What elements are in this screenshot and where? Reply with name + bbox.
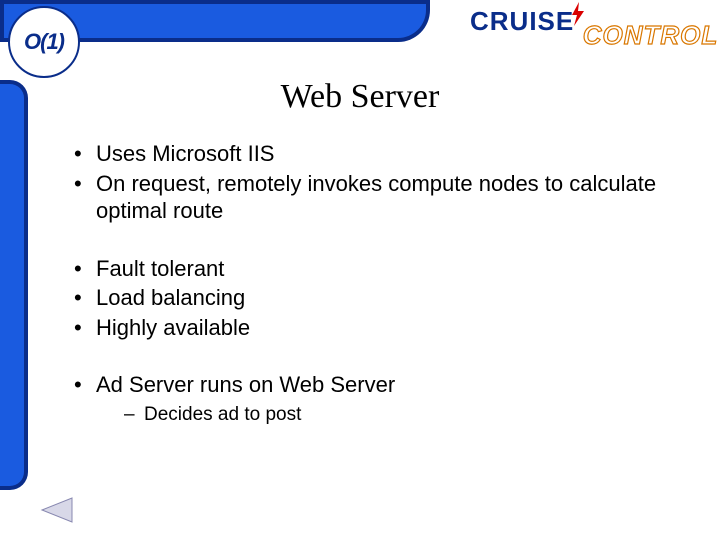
product-logo-control: CONTROL (583, 20, 719, 51)
left-accent (0, 80, 28, 490)
product-logo-cruise: CRUISE (470, 6, 574, 37)
bullet-item: On request, remotely invokes compute nod… (72, 170, 672, 225)
sub-bullet-item: Decides ad to post (124, 403, 672, 427)
bullet-item: Load balancing (72, 284, 672, 312)
company-logo: O(1) (8, 6, 80, 78)
slide-content: Uses Microsoft IIS On request, remotely … (72, 140, 672, 428)
slide-title: Web Server (0, 78, 720, 116)
bullet-item: Fault tolerant (72, 255, 672, 283)
back-arrow-icon[interactable] (40, 496, 74, 524)
product-logo: CRUISE CONTROL (470, 6, 718, 37)
company-logo-text: O(1) (24, 29, 64, 55)
bullet-item: Uses Microsoft IIS (72, 140, 672, 168)
bullet-text: Ad Server runs on Web Server (96, 372, 395, 397)
bullet-item: Highly available (72, 314, 672, 342)
bullet-item: Ad Server runs on Web Server Decides ad … (72, 371, 672, 426)
left-accent-inner (0, 84, 24, 486)
